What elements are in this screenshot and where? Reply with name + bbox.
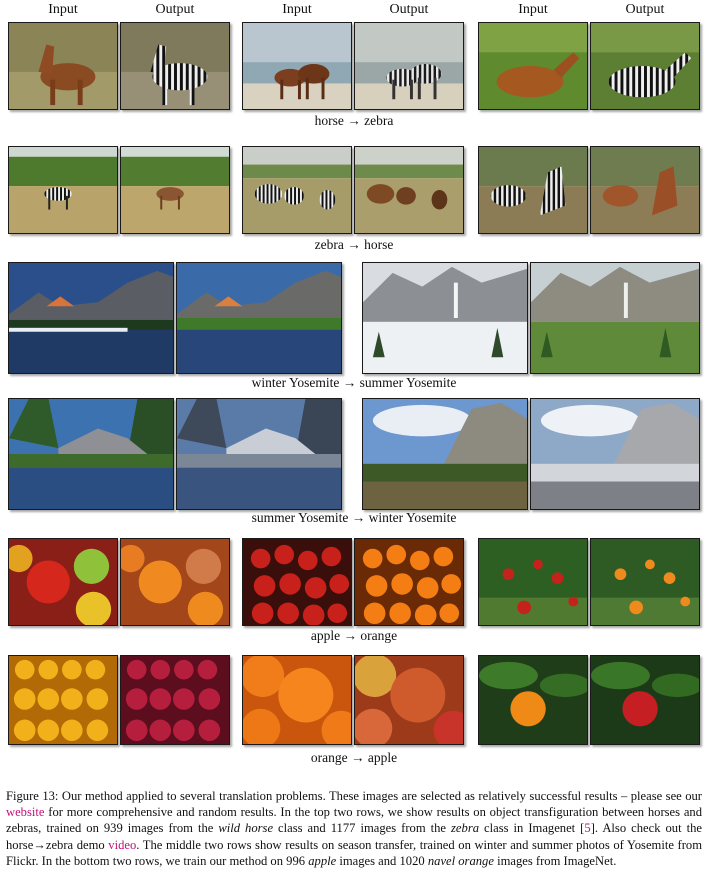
image-winter-yosemite-output-4 (530, 398, 700, 510)
image-apple-input-2 (242, 538, 352, 626)
image-apple-input-3 (478, 538, 588, 626)
column-header-output-1: Output (155, 2, 195, 17)
image-winter-yosemite-input-1 (8, 262, 174, 374)
image-apple-output-5 (354, 655, 464, 745)
caption-emphasis-navel-orange: navel orange (427, 853, 494, 868)
column-header-output-3: Output (625, 2, 665, 17)
figure-caption: Figure 13: Our method applied to several… (6, 788, 702, 869)
image-apple-input-1 (8, 538, 118, 626)
image-horse-input-3 (478, 22, 588, 110)
image-horse-output-6 (590, 146, 700, 234)
caption-emphasis-apple: apple (308, 853, 337, 868)
row-label-orange-to-apple: orange → apple (310, 750, 398, 765)
image-orange-input-5 (242, 655, 352, 745)
caption-emphasis-zebra: zebra (451, 821, 480, 836)
row-label-horse-to-zebra: horse → zebra (314, 113, 394, 128)
image-apple-output-6 (590, 655, 700, 745)
image-zebra-output-1 (120, 22, 230, 110)
image-summer-yosemite-input-4 (362, 398, 528, 510)
image-horse-output-5 (354, 146, 464, 234)
caption-text-8: images from ImageNet. (493, 853, 617, 868)
column-header-output-2: Output (389, 2, 429, 17)
image-orange-input-6 (478, 655, 588, 745)
image-zebra-output-2 (354, 22, 464, 110)
image-orange-output-3 (590, 538, 700, 626)
image-zebra-input-1 (8, 146, 118, 234)
image-zebra-input-2 (242, 146, 352, 234)
image-apple-output-4 (120, 655, 230, 745)
caption-text-7: images and 1020 (336, 853, 428, 868)
video-link[interactable]: video (108, 838, 136, 852)
image-orange-output-2 (354, 538, 464, 626)
image-horse-output-4 (120, 146, 230, 234)
website-link[interactable]: website (6, 805, 44, 819)
image-orange-output-1 (120, 538, 230, 626)
image-horse-input-1 (8, 22, 118, 110)
image-winter-yosemite-input-2 (362, 262, 528, 374)
column-header-input-1: Input (48, 2, 78, 17)
image-orange-input-4 (8, 655, 118, 745)
image-summer-yosemite-input-3 (8, 398, 174, 510)
column-header-input-3: Input (518, 2, 548, 17)
image-horse-input-2 (242, 22, 352, 110)
caption-text-3: class and 1177 images from the (273, 821, 452, 836)
row-label-winter-to-summer: winter Yosemite → summer Yosemite (251, 375, 457, 390)
row-label-summer-to-winter: summer Yosemite → winter Yosemite (251, 510, 457, 525)
image-summer-yosemite-output-2 (530, 262, 700, 374)
row-label-zebra-to-horse: zebra → horse (314, 237, 394, 252)
image-zebra-output-3 (590, 22, 700, 110)
image-summer-yosemite-output-1 (176, 262, 342, 374)
row-label-apple-to-orange: apple → orange (310, 628, 398, 643)
caption-text-4: class in Imagenet [ (479, 821, 585, 836)
caption-text-1: Figure 13: Our method applied to several… (6, 789, 702, 803)
column-header-input-2: Input (282, 2, 312, 17)
caption-emphasis-wild-horse: wild horse (218, 821, 274, 836)
image-zebra-input-3 (478, 146, 588, 234)
image-winter-yosemite-output-3 (176, 398, 342, 510)
